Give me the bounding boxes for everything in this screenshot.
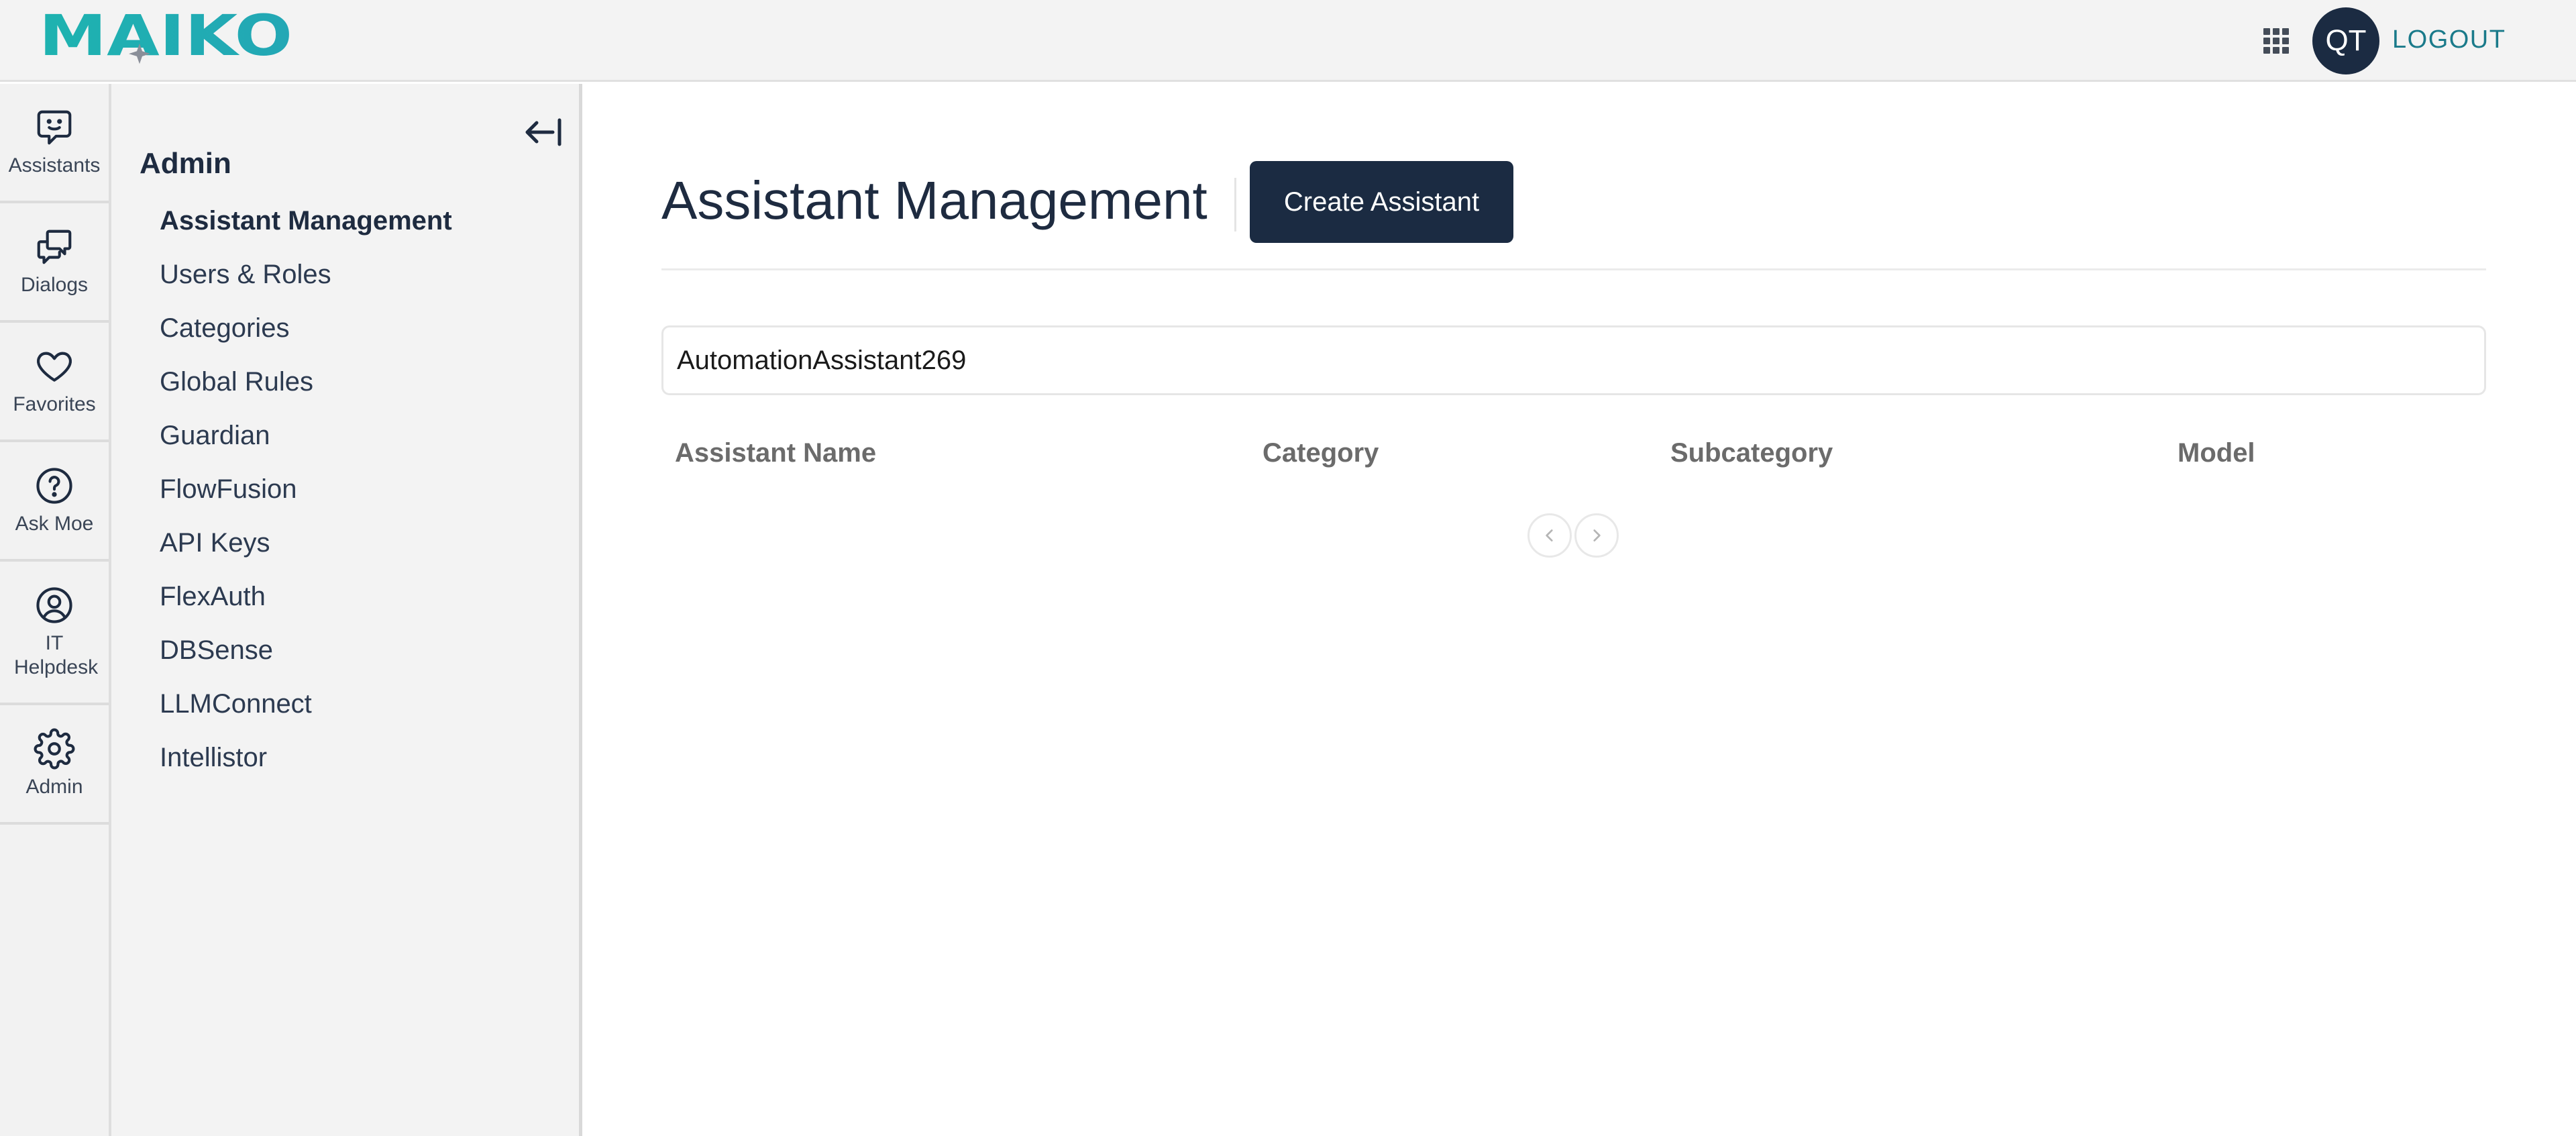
pagination-next-button[interactable] bbox=[1574, 513, 1619, 558]
rail-item-favorites[interactable]: Favorites bbox=[0, 323, 109, 442]
column-header-model[interactable]: Model bbox=[2178, 438, 2255, 468]
subnav-item-intellistor[interactable]: Intellistor bbox=[160, 739, 452, 792]
user-circle-icon bbox=[36, 587, 72, 623]
title-divider bbox=[1234, 178, 1236, 231]
pagination-prev-button[interactable] bbox=[1527, 513, 1572, 558]
rail-label: IT Helpdesk bbox=[14, 632, 99, 678]
heart-icon bbox=[37, 352, 72, 382]
subnav-item-categories[interactable]: Categories bbox=[160, 309, 452, 363]
chat-smile-icon bbox=[37, 110, 72, 145]
column-header-category[interactable]: Category bbox=[1263, 438, 1379, 468]
column-header-assistant-name[interactable]: Assistant Name bbox=[675, 438, 876, 468]
admin-subnav-panel: Admin Assistant Management Users & Roles… bbox=[111, 84, 582, 1136]
rail-label: Favorites bbox=[13, 393, 96, 415]
question-circle-icon bbox=[36, 468, 72, 504]
subnav-title: Admin bbox=[140, 147, 231, 180]
page-title: Assistant Management bbox=[661, 170, 1208, 230]
chevron-right-icon bbox=[1593, 529, 1601, 541]
column-header-subcategory[interactable]: Subcategory bbox=[1670, 438, 1833, 468]
subnav-item-guardian[interactable]: Guardian bbox=[160, 417, 452, 470]
rail-label: Admin bbox=[25, 776, 83, 798]
maiko-logo[interactable]: MAIKO bbox=[39, 9, 294, 70]
subnav-list: Assistant Management Users & Roles Categ… bbox=[160, 202, 452, 792]
subnav-item-global-rules[interactable]: Global Rules bbox=[160, 363, 452, 417]
top-header: MAIKO QT LOGOUT bbox=[0, 0, 2576, 82]
collapse-panel-icon[interactable] bbox=[518, 113, 565, 151]
rail-label: Dialogs bbox=[20, 274, 89, 296]
user-avatar[interactable]: QT bbox=[2312, 7, 2379, 74]
rail-item-admin[interactable]: Admin bbox=[0, 705, 109, 825]
subnav-item-flowfusion[interactable]: FlowFusion bbox=[160, 470, 452, 524]
create-assistant-button[interactable]: Create Assistant bbox=[1250, 161, 1513, 243]
main-content: Assistant Management Create Assistant As… bbox=[586, 84, 2576, 1136]
subnav-item-llmconnect[interactable]: LLMConnect bbox=[160, 685, 452, 739]
gear-icon bbox=[34, 728, 75, 770]
subnav-item-users-roles[interactable]: Users & Roles bbox=[160, 256, 452, 309]
subnav-item-dbsense[interactable]: DBSense bbox=[160, 631, 452, 685]
search-input[interactable] bbox=[661, 325, 2486, 395]
header-divider bbox=[661, 268, 2486, 270]
dialogs-icon bbox=[37, 229, 72, 264]
rail-item-assistants[interactable]: Assistants bbox=[0, 84, 109, 203]
primary-rail: Assistants Dialogs Favorites Ask Moe IT … bbox=[0, 84, 111, 1136]
subnav-item-assistant-management[interactable]: Assistant Management bbox=[160, 202, 452, 256]
rail-label: Ask Moe bbox=[15, 513, 94, 535]
subnav-item-api-keys[interactable]: API Keys bbox=[160, 524, 452, 578]
apps-grid-icon[interactable] bbox=[2263, 28, 2292, 56]
rail-item-ask-moe[interactable]: Ask Moe bbox=[0, 442, 109, 562]
subnav-item-flexauth[interactable]: FlexAuth bbox=[160, 578, 452, 631]
logout-link[interactable]: LOGOUT bbox=[2392, 25, 2506, 54]
rail-item-it-helpdesk[interactable]: IT Helpdesk bbox=[0, 562, 109, 705]
chevron-left-icon bbox=[1546, 529, 1553, 541]
rail-label: Assistants bbox=[8, 154, 101, 176]
rail-item-dialogs[interactable]: Dialogs bbox=[0, 203, 109, 323]
svg-text:MAIKO: MAIKO bbox=[39, 9, 292, 68]
